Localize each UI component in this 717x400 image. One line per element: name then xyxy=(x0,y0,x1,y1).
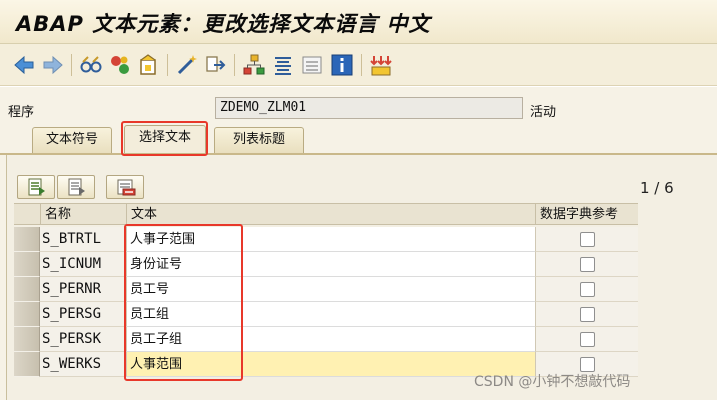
text-column-highlight-box xyxy=(124,224,243,381)
column-header-text[interactable]: 文本 xyxy=(126,204,535,225)
wand-icon[interactable] xyxy=(175,53,199,77)
info-icon[interactable] xyxy=(330,53,354,77)
row-name: S_PERNR xyxy=(40,277,126,302)
row-name: S_WERKS xyxy=(40,352,126,377)
program-field: ZDEMO_ZLM01 xyxy=(215,97,523,119)
list-icon[interactable] xyxy=(300,53,324,77)
dict-ref-checkbox[interactable] xyxy=(580,257,595,272)
back-arrow-icon[interactable] xyxy=(12,53,36,77)
row-selector[interactable] xyxy=(14,227,40,252)
tab-list-headings[interactable]: 列表标题 xyxy=(214,127,304,153)
table-row: S_PERNR 员工号 xyxy=(14,277,638,302)
window-title: ABAP 文本元素：更改选择文本语言 中文 xyxy=(16,12,431,36)
dict-ref-checkbox[interactable] xyxy=(580,282,595,297)
row-dict-cell xyxy=(535,227,638,252)
row-name: S_PERSG xyxy=(40,302,126,327)
table-row: S_PERSK 员工子组 xyxy=(14,327,638,352)
row-name: S_PERSK xyxy=(40,327,126,352)
row-name: S_ICNUM xyxy=(40,252,126,277)
title-bar: ABAP 文本元素：更改选择文本语言 中文 xyxy=(0,0,717,44)
row-dict-cell xyxy=(535,277,638,302)
column-header-name[interactable]: 名称 xyxy=(40,204,126,225)
text-lines-icon[interactable] xyxy=(271,53,295,77)
row-dict-cell xyxy=(535,327,638,352)
row-name: S_BTRTL xyxy=(40,227,126,252)
tab-strip: 文本符号 选择文本 列表标题 xyxy=(0,125,717,153)
delete-row-icon xyxy=(117,179,136,196)
delete-row-button[interactable] xyxy=(106,175,144,199)
tab-text-symbols[interactable]: 文本符号 xyxy=(32,127,112,153)
tab-highlight-box xyxy=(121,121,208,156)
row-selector[interactable] xyxy=(14,277,40,302)
table-row: S_ICNUM 身份证号 xyxy=(14,252,638,277)
row-selector[interactable] xyxy=(14,252,40,277)
dict-ref-checkbox[interactable] xyxy=(580,357,595,372)
forward-arrow-icon[interactable] xyxy=(41,53,65,77)
dict-ref-checkbox[interactable] xyxy=(580,307,595,322)
details-icon xyxy=(28,178,45,196)
navigation-icon[interactable] xyxy=(204,53,228,77)
table-row: S_BTRTL 人事子范围 xyxy=(14,227,638,252)
application-toolbar xyxy=(0,44,717,86)
watermark: CSDN @小钟不想敲代码 xyxy=(474,374,631,390)
activate-icon[interactable] xyxy=(108,53,132,77)
program-label: 程序 xyxy=(8,105,35,120)
glasses-icon[interactable] xyxy=(79,53,103,77)
hierarchy-icon[interactable] xyxy=(242,53,266,77)
dict-ref-checkbox[interactable] xyxy=(580,332,595,347)
details-button[interactable] xyxy=(17,175,55,199)
row-dict-cell xyxy=(535,302,638,327)
header-select-cell[interactable] xyxy=(14,204,40,225)
edit-button[interactable] xyxy=(57,175,95,199)
column-header-dict[interactable]: 数据字典参考 xyxy=(535,204,638,225)
other-object-icon[interactable] xyxy=(137,53,161,77)
page-counter: 1 / 6 xyxy=(640,179,674,197)
table-header: 名称 文本 数据字典参考 xyxy=(14,203,638,225)
status-label: 活动 xyxy=(530,105,557,120)
edit-icon xyxy=(68,178,85,196)
row-selector[interactable] xyxy=(14,352,40,377)
dict-ref-checkbox[interactable] xyxy=(580,232,595,247)
row-selector[interactable] xyxy=(14,302,40,327)
mass-change-icon[interactable] xyxy=(369,53,393,77)
row-dict-cell xyxy=(535,252,638,277)
row-selector[interactable] xyxy=(14,327,40,352)
table-row: S_PERSG 员工组 xyxy=(14,302,638,327)
